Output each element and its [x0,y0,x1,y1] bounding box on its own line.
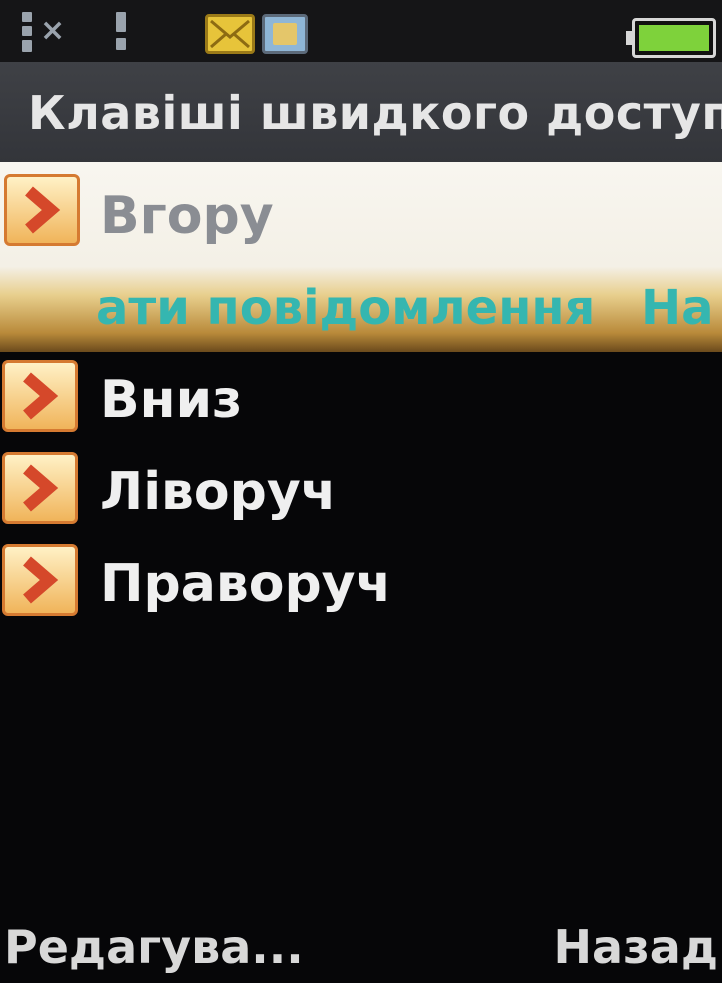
menu-item-right[interactable]: Праворуч [0,540,722,628]
message-envelope-icon [205,14,255,54]
battery-icon [626,18,716,58]
assigned-function-marquee: ати повідомлення На [96,280,722,336]
menu-item-up[interactable]: Вгору ати повідомлення На [0,162,722,352]
marquee-text-right: На [641,280,714,336]
marquee-text-left: ати повідомлення [96,280,596,336]
phone-screen: × Клавіші швидкого доступу Вгору ати пов… [0,0,722,983]
back-softkey[interactable]: Назад [554,920,718,974]
menu-item-left[interactable]: Ліворуч [0,448,722,536]
menu-item-label: Вниз [100,370,243,430]
title-bar: Клавіші швидкого доступу [0,62,722,162]
menu-item-down[interactable]: Вниз [0,356,722,444]
no-signal-x-icon: × [40,13,66,48]
sim-card-icon [262,14,308,54]
menu-item-label: Ліворуч [100,462,337,522]
arrow-right-icon [4,174,80,246]
menu-item-label: Вгору [100,186,274,246]
menu-item-label: Праворуч [100,554,392,614]
arrow-right-icon [2,544,78,616]
page-title: Клавіші швидкого доступу [28,86,722,140]
arrow-right-icon [2,360,78,432]
arrow-right-icon [2,452,78,524]
edit-softkey[interactable]: Редагува... [4,920,304,974]
status-bar: × [0,0,722,62]
